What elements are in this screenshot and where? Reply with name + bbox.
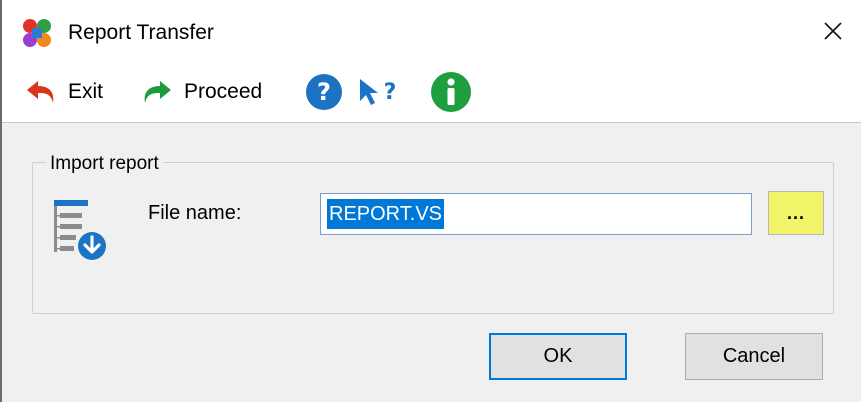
exit-arrow-icon: [27, 81, 54, 103]
file-name-label: File name:: [148, 202, 242, 224]
ok-button[interactable]: OK: [489, 333, 627, 380]
whats-this-button[interactable]: ?: [357, 76, 403, 108]
file-name-value: REPORT.VS: [327, 199, 444, 229]
proceed-arrow-icon: [144, 81, 171, 103]
close-button[interactable]: [805, 6, 861, 56]
whats-this-pointer-icon: ?: [360, 79, 397, 105]
import-report-group-title: Import report: [46, 152, 163, 176]
exit-label: Exit: [68, 80, 104, 103]
proceed-label: Proceed: [184, 80, 263, 103]
help-button[interactable]: ?: [305, 73, 343, 111]
info-icon: [431, 72, 471, 112]
file-name-input[interactable]: REPORT.VS: [320, 193, 752, 235]
proceed-button[interactable]: Proceed: [140, 78, 262, 106]
title-bar: Report Transfer: [2, 0, 861, 62]
exit-button[interactable]: Exit: [24, 78, 103, 106]
app-icon: [23, 19, 51, 47]
svg-text:?: ?: [317, 78, 331, 106]
window-title: Report Transfer: [68, 21, 214, 44]
toolbar: Exit Proceed ? ?: [2, 62, 861, 123]
report-transfer-dialog: Report Transfer Exit Proceed ? ? Import …: [2, 0, 861, 402]
import-report-group: [32, 162, 834, 314]
cancel-button[interactable]: Cancel: [685, 333, 823, 380]
close-icon: [824, 22, 842, 40]
svg-text:?: ?: [384, 80, 397, 105]
info-button[interactable]: [430, 71, 472, 113]
report-import-icon: [54, 200, 106, 260]
browse-button[interactable]: ...: [768, 191, 824, 235]
help-question-icon: ?: [306, 74, 342, 110]
